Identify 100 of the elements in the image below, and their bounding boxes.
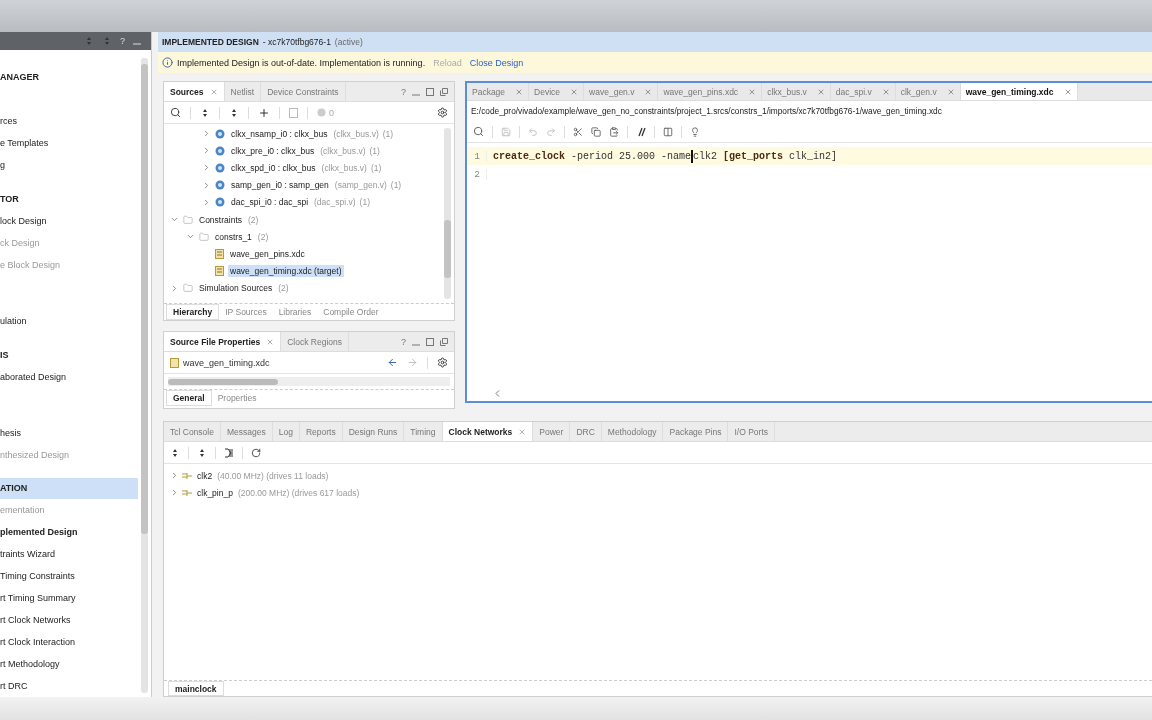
close-icon[interactable] <box>209 87 218 96</box>
tree-item[interactable]: wave_gen_timing.xdc (target) <box>228 265 344 278</box>
scrollbar[interactable] <box>141 58 148 693</box>
tree-item[interactable]: Constraints <box>197 213 244 226</box>
panel-tab[interactable]: Tcl Console <box>164 422 221 441</box>
copy-icon[interactable] <box>591 126 601 137</box>
panel-tab[interactable]: Messages <box>220 422 273 441</box>
nav-item[interactable]: rt Clock Networks <box>0 615 71 626</box>
panel-tab[interactable]: Log <box>272 422 300 441</box>
close-icon[interactable] <box>266 338 275 346</box>
maximize-icon[interactable] <box>426 87 434 96</box>
nav-item[interactable]: lock Design <box>0 215 47 226</box>
tree-item[interactable]: dac_spi_i0 : dac_spi <box>229 196 311 209</box>
float-icon[interactable] <box>440 87 448 96</box>
nav-item[interactable]: rces <box>0 115 17 126</box>
nav-item[interactable]: rt DRC <box>0 681 28 692</box>
view-tab[interactable]: Compile Order <box>317 304 385 321</box>
redo-icon[interactable] <box>546 126 556 137</box>
expand-all-icon[interactable] <box>197 447 207 458</box>
expand-chevron-icon[interactable] <box>202 197 211 207</box>
panel-tab[interactable]: Clock Regions <box>281 332 350 352</box>
settings-icon[interactable] <box>437 357 448 369</box>
clock-name[interactable]: clk2 <box>195 469 215 482</box>
view-tab[interactable]: General <box>166 390 212 407</box>
lightbulb-icon[interactable] <box>690 126 700 137</box>
nav-item[interactable]: aborated Design <box>0 371 67 382</box>
editor-tab[interactable]: clk_gen.v <box>895 83 961 100</box>
editor-tab[interactable]: wave_gen.v <box>584 83 659 100</box>
expand-chevron-icon[interactable] <box>170 283 179 293</box>
scroll-left-icon[interactable] <box>495 390 500 397</box>
nav-item[interactable]: g <box>0 159 5 170</box>
tree-item[interactable]: clkx_spd_i0 : clkx_bus <box>229 161 318 174</box>
panel-tab[interactable]: Reports <box>299 422 343 441</box>
close-icon[interactable] <box>570 87 579 96</box>
help-button[interactable]: ? <box>401 337 406 347</box>
nav-item[interactable]: ulation <box>0 315 27 326</box>
nav-item[interactable]: rt Clock Interaction <box>0 637 76 648</box>
nav-item[interactable]: Timing Constraints <box>0 571 75 582</box>
panel-tab[interactable]: Clock Networks <box>442 422 534 441</box>
panel-tab[interactable]: Methodology <box>601 422 664 441</box>
cut-icon[interactable] <box>573 126 583 137</box>
nav-section-heading[interactable]: TOR <box>0 193 19 204</box>
close-icon[interactable] <box>881 87 890 96</box>
collapse-all-icon[interactable] <box>170 447 180 458</box>
clock-name[interactable]: clk_pin_p <box>195 486 235 499</box>
save-icon[interactable] <box>501 126 511 137</box>
comment-icon[interactable] <box>636 126 646 137</box>
maximize-icon[interactable] <box>426 338 434 346</box>
close-icon[interactable] <box>518 427 527 436</box>
tree-item[interactable]: clkx_pre_i0 : clkx_bus <box>229 144 317 157</box>
close-icon[interactable] <box>748 87 757 96</box>
tree-item[interactable]: samp_gen_i0 : samp_gen <box>229 179 331 192</box>
close-icon[interactable] <box>644 87 653 96</box>
search-icon[interactable] <box>170 107 181 118</box>
help-button[interactable]: ? <box>120 36 125 46</box>
view-tab[interactable]: Libraries <box>272 304 318 321</box>
view-tab[interactable]: Properties <box>211 390 263 407</box>
nav-item[interactable]: e Templates <box>0 137 49 148</box>
close-icon[interactable] <box>946 87 955 96</box>
back-arrow-icon[interactable] <box>387 357 398 369</box>
paste-icon[interactable] <box>609 126 619 137</box>
float-icon[interactable] <box>440 338 448 346</box>
banner-link[interactable]: Close Design <box>469 57 524 68</box>
tree-item[interactable]: constrs_1 <box>213 230 254 243</box>
undo-icon[interactable] <box>528 126 538 137</box>
expand-all-icon[interactable] <box>229 107 239 118</box>
nav-item[interactable]: hesis <box>0 427 21 438</box>
panel-tab[interactable]: Source File Properties <box>164 332 282 352</box>
collapse-all-icon[interactable] <box>200 107 210 118</box>
tree-item[interactable]: Simulation Sources <box>197 282 275 295</box>
close-icon[interactable] <box>515 87 524 96</box>
editor-tab[interactable]: clkx_bus.v <box>762 83 831 100</box>
refresh-icon[interactable] <box>251 447 261 458</box>
editor-tab[interactable]: Package <box>467 83 530 100</box>
panel-tab[interactable]: Design Runs <box>342 422 405 441</box>
close-icon[interactable] <box>816 87 825 96</box>
close-icon[interactable] <box>1063 87 1072 96</box>
editor-tab[interactable]: dac_spi.v <box>830 83 896 100</box>
horizontal-scrollbar[interactable] <box>168 377 450 387</box>
expand-chevron-icon[interactable] <box>202 180 211 190</box>
editor-tab[interactable]: wave_gen_pins.xdc <box>658 83 763 100</box>
scrollbar[interactable] <box>444 128 451 300</box>
add-icon[interactable] <box>258 106 270 119</box>
document-icon[interactable] <box>289 107 298 118</box>
panel-tab[interactable]: Timing <box>404 422 443 441</box>
tree-item[interactable]: wave_gen_pins.xdc <box>228 247 307 260</box>
nav-section-heading[interactable]: ANAGER <box>0 72 39 82</box>
panel-tab[interactable]: Netlist <box>224 82 262 101</box>
panel-tab[interactable]: DRC <box>570 422 602 441</box>
expand-chevron-icon[interactable] <box>202 129 211 139</box>
nav-item[interactable]: rt Timing Summary <box>0 593 76 604</box>
expand-chevron-icon[interactable] <box>170 488 179 497</box>
columns-icon[interactable] <box>663 126 673 137</box>
search-icon[interactable] <box>473 126 484 137</box>
view-tab[interactable]: IP Sources <box>219 304 273 321</box>
panel-tab[interactable]: Package Pins <box>663 422 729 441</box>
editor-tab[interactable]: wave_gen_timing.xdc <box>960 83 1078 100</box>
select-icon[interactable] <box>224 447 234 458</box>
expand-chevron-icon[interactable] <box>170 471 179 480</box>
panel-tab[interactable]: Sources <box>164 82 225 101</box>
